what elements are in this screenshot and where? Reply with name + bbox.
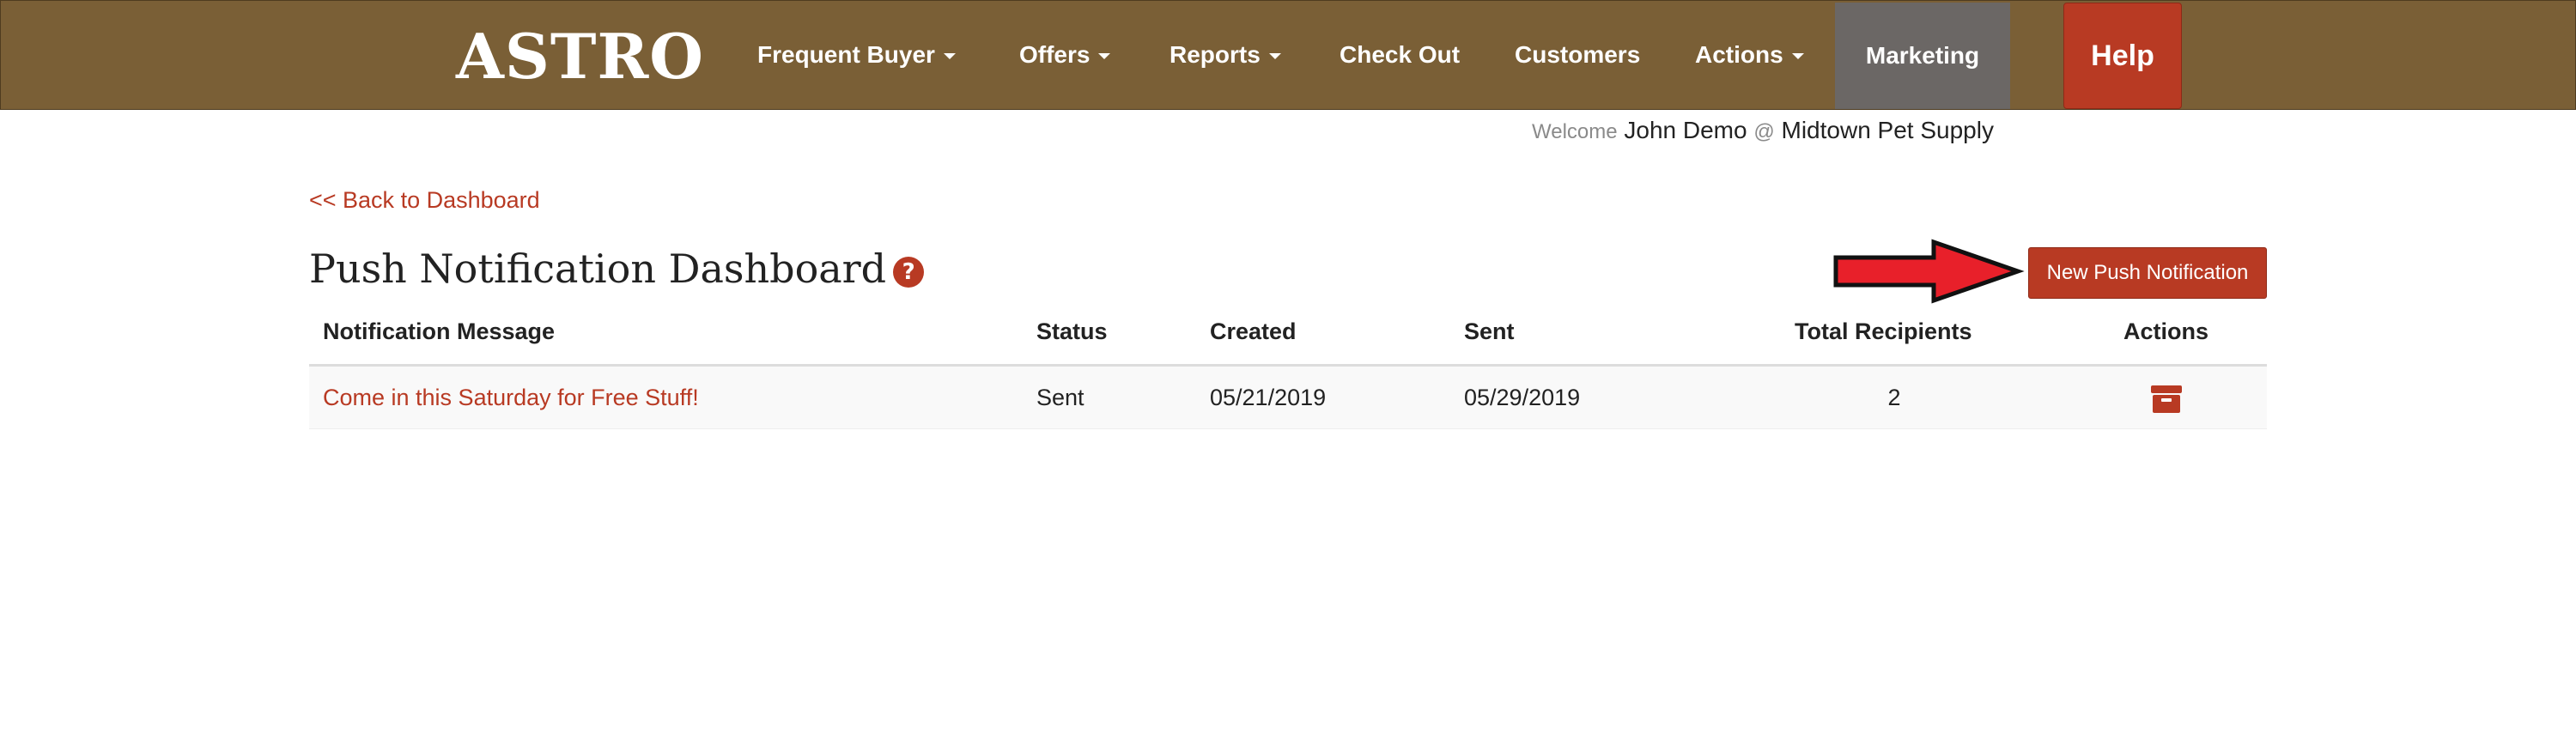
nav-check-out[interactable]: Check Out xyxy=(1340,1,1460,109)
back-to-dashboard-link[interactable]: << Back to Dashboard xyxy=(309,187,540,214)
nav-marketing[interactable]: Marketing xyxy=(1835,3,2010,109)
caret-down-icon xyxy=(1791,53,1804,60)
nav-reports-label: Reports xyxy=(1170,41,1261,68)
notifications-table: Notification Message Status Created Sent… xyxy=(309,309,2267,429)
archive-icon[interactable] xyxy=(2151,385,2182,414)
caret-down-icon xyxy=(1268,53,1281,60)
welcome-at: @ xyxy=(1753,120,1775,143)
row-message-text[interactable]: Come in this Saturday for Free Stuff! xyxy=(323,385,699,410)
table-row: Come in this Saturday for Free Stuff! Se… xyxy=(309,367,2267,429)
header-total-recipients[interactable]: Total Recipients xyxy=(1795,309,1972,354)
caret-down-icon xyxy=(1098,53,1111,60)
nav-help-button[interactable]: Help xyxy=(2063,3,2182,109)
page-title: Push Notification Dashboard? xyxy=(309,246,925,292)
row-created: 05/21/2019 xyxy=(1210,385,1327,410)
nav-actions[interactable]: Actions xyxy=(1695,1,1804,109)
table-header: Notification Message Status Created Sent… xyxy=(309,309,2267,367)
welcome-store: Midtown Pet Supply xyxy=(1781,117,1994,143)
header-actions: Actions xyxy=(2123,318,2209,344)
welcome-prefix: Welcome xyxy=(1532,120,1618,143)
arrow-right-icon xyxy=(1833,239,2025,304)
nav-frequent-buyer-label: Frequent Buyer xyxy=(757,41,935,68)
nav-customers[interactable]: Customers xyxy=(1515,1,1640,109)
header-status[interactable]: Status xyxy=(1036,309,1108,354)
nav-actions-label: Actions xyxy=(1695,41,1783,68)
new-push-notification-button[interactable]: New Push Notification xyxy=(2028,247,2267,299)
top-navbar: ASTRO Frequent Buyer Offers Reports Chec… xyxy=(0,0,2576,110)
nav-frequent-buyer[interactable]: Frequent Buyer xyxy=(757,1,956,109)
row-sent: 05/29/2019 xyxy=(1464,385,1581,410)
question-circle-icon[interactable]: ? xyxy=(893,257,925,288)
caret-down-icon xyxy=(943,53,956,60)
header-message[interactable]: Notification Message xyxy=(323,309,555,354)
page-title-text: Push Notification Dashboard xyxy=(309,246,887,292)
row-actions xyxy=(2151,367,2182,428)
welcome-user: John Demo xyxy=(1624,117,1747,143)
nav-offers-label: Offers xyxy=(1019,41,1091,68)
welcome-line: Welcome John Demo @ Midtown Pet Supply xyxy=(1532,117,1994,144)
astro-logo[interactable]: ASTRO xyxy=(456,26,704,88)
nav-offers[interactable]: Offers xyxy=(1019,1,1111,109)
nav-reports[interactable]: Reports xyxy=(1170,1,1281,109)
header-created[interactable]: Created xyxy=(1210,309,1297,354)
header-sent[interactable]: Sent xyxy=(1464,309,1515,354)
row-total-recipients: 2 xyxy=(1887,385,1901,410)
row-message-link[interactable]: Come in this Saturday for Free Stuff! xyxy=(323,367,699,428)
row-status: Sent xyxy=(1036,385,1084,410)
